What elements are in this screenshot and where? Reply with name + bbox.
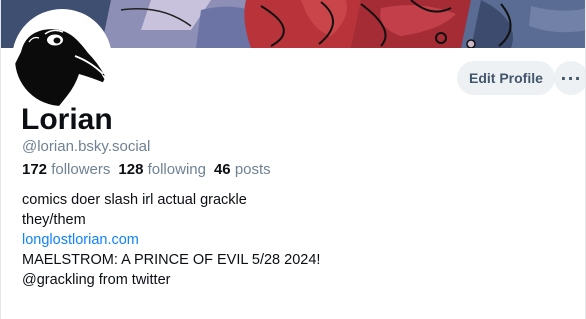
profile-header: Edit Profile ··· Lorian @lorian.bsky.soc…	[0, 0, 586, 319]
display-name: Lorian	[21, 103, 113, 136]
followers-count: 172	[22, 161, 48, 178]
posts-stat: 46 posts	[214, 161, 271, 179]
bio-line: they/them	[22, 212, 86, 228]
followers-label: followers	[51, 161, 111, 178]
avatar[interactable]	[12, 9, 112, 109]
bio-line: MAELSTROM: A PRINCE OF EVIL 5/28 2024!	[22, 252, 321, 268]
edit-profile-button[interactable]: Edit Profile	[457, 61, 555, 95]
bio-line: @grackling from twitter	[22, 272, 171, 288]
following-count: 128	[118, 161, 144, 178]
profile-bio: comics doer slash irl actual grackle the…	[22, 190, 320, 290]
bio-website-link[interactable]: longlostlorian.com	[22, 230, 320, 250]
ellipsis-icon: ···	[560, 68, 582, 88]
profile-stats: 172 followers 128 following 46 posts	[22, 161, 271, 179]
bio-line: comics doer slash irl actual grackle	[22, 192, 247, 208]
following-label: following	[147, 161, 206, 178]
followers-link[interactable]: 172 followers	[22, 161, 110, 179]
more-options-button[interactable]: ···	[554, 61, 585, 95]
posts-label: posts	[234, 161, 271, 178]
following-link[interactable]: 128 following	[118, 161, 206, 179]
posts-count: 46	[213, 161, 231, 178]
profile-handle: @lorian.bsky.social	[22, 138, 151, 155]
crow-avatar-icon	[15, 12, 109, 106]
